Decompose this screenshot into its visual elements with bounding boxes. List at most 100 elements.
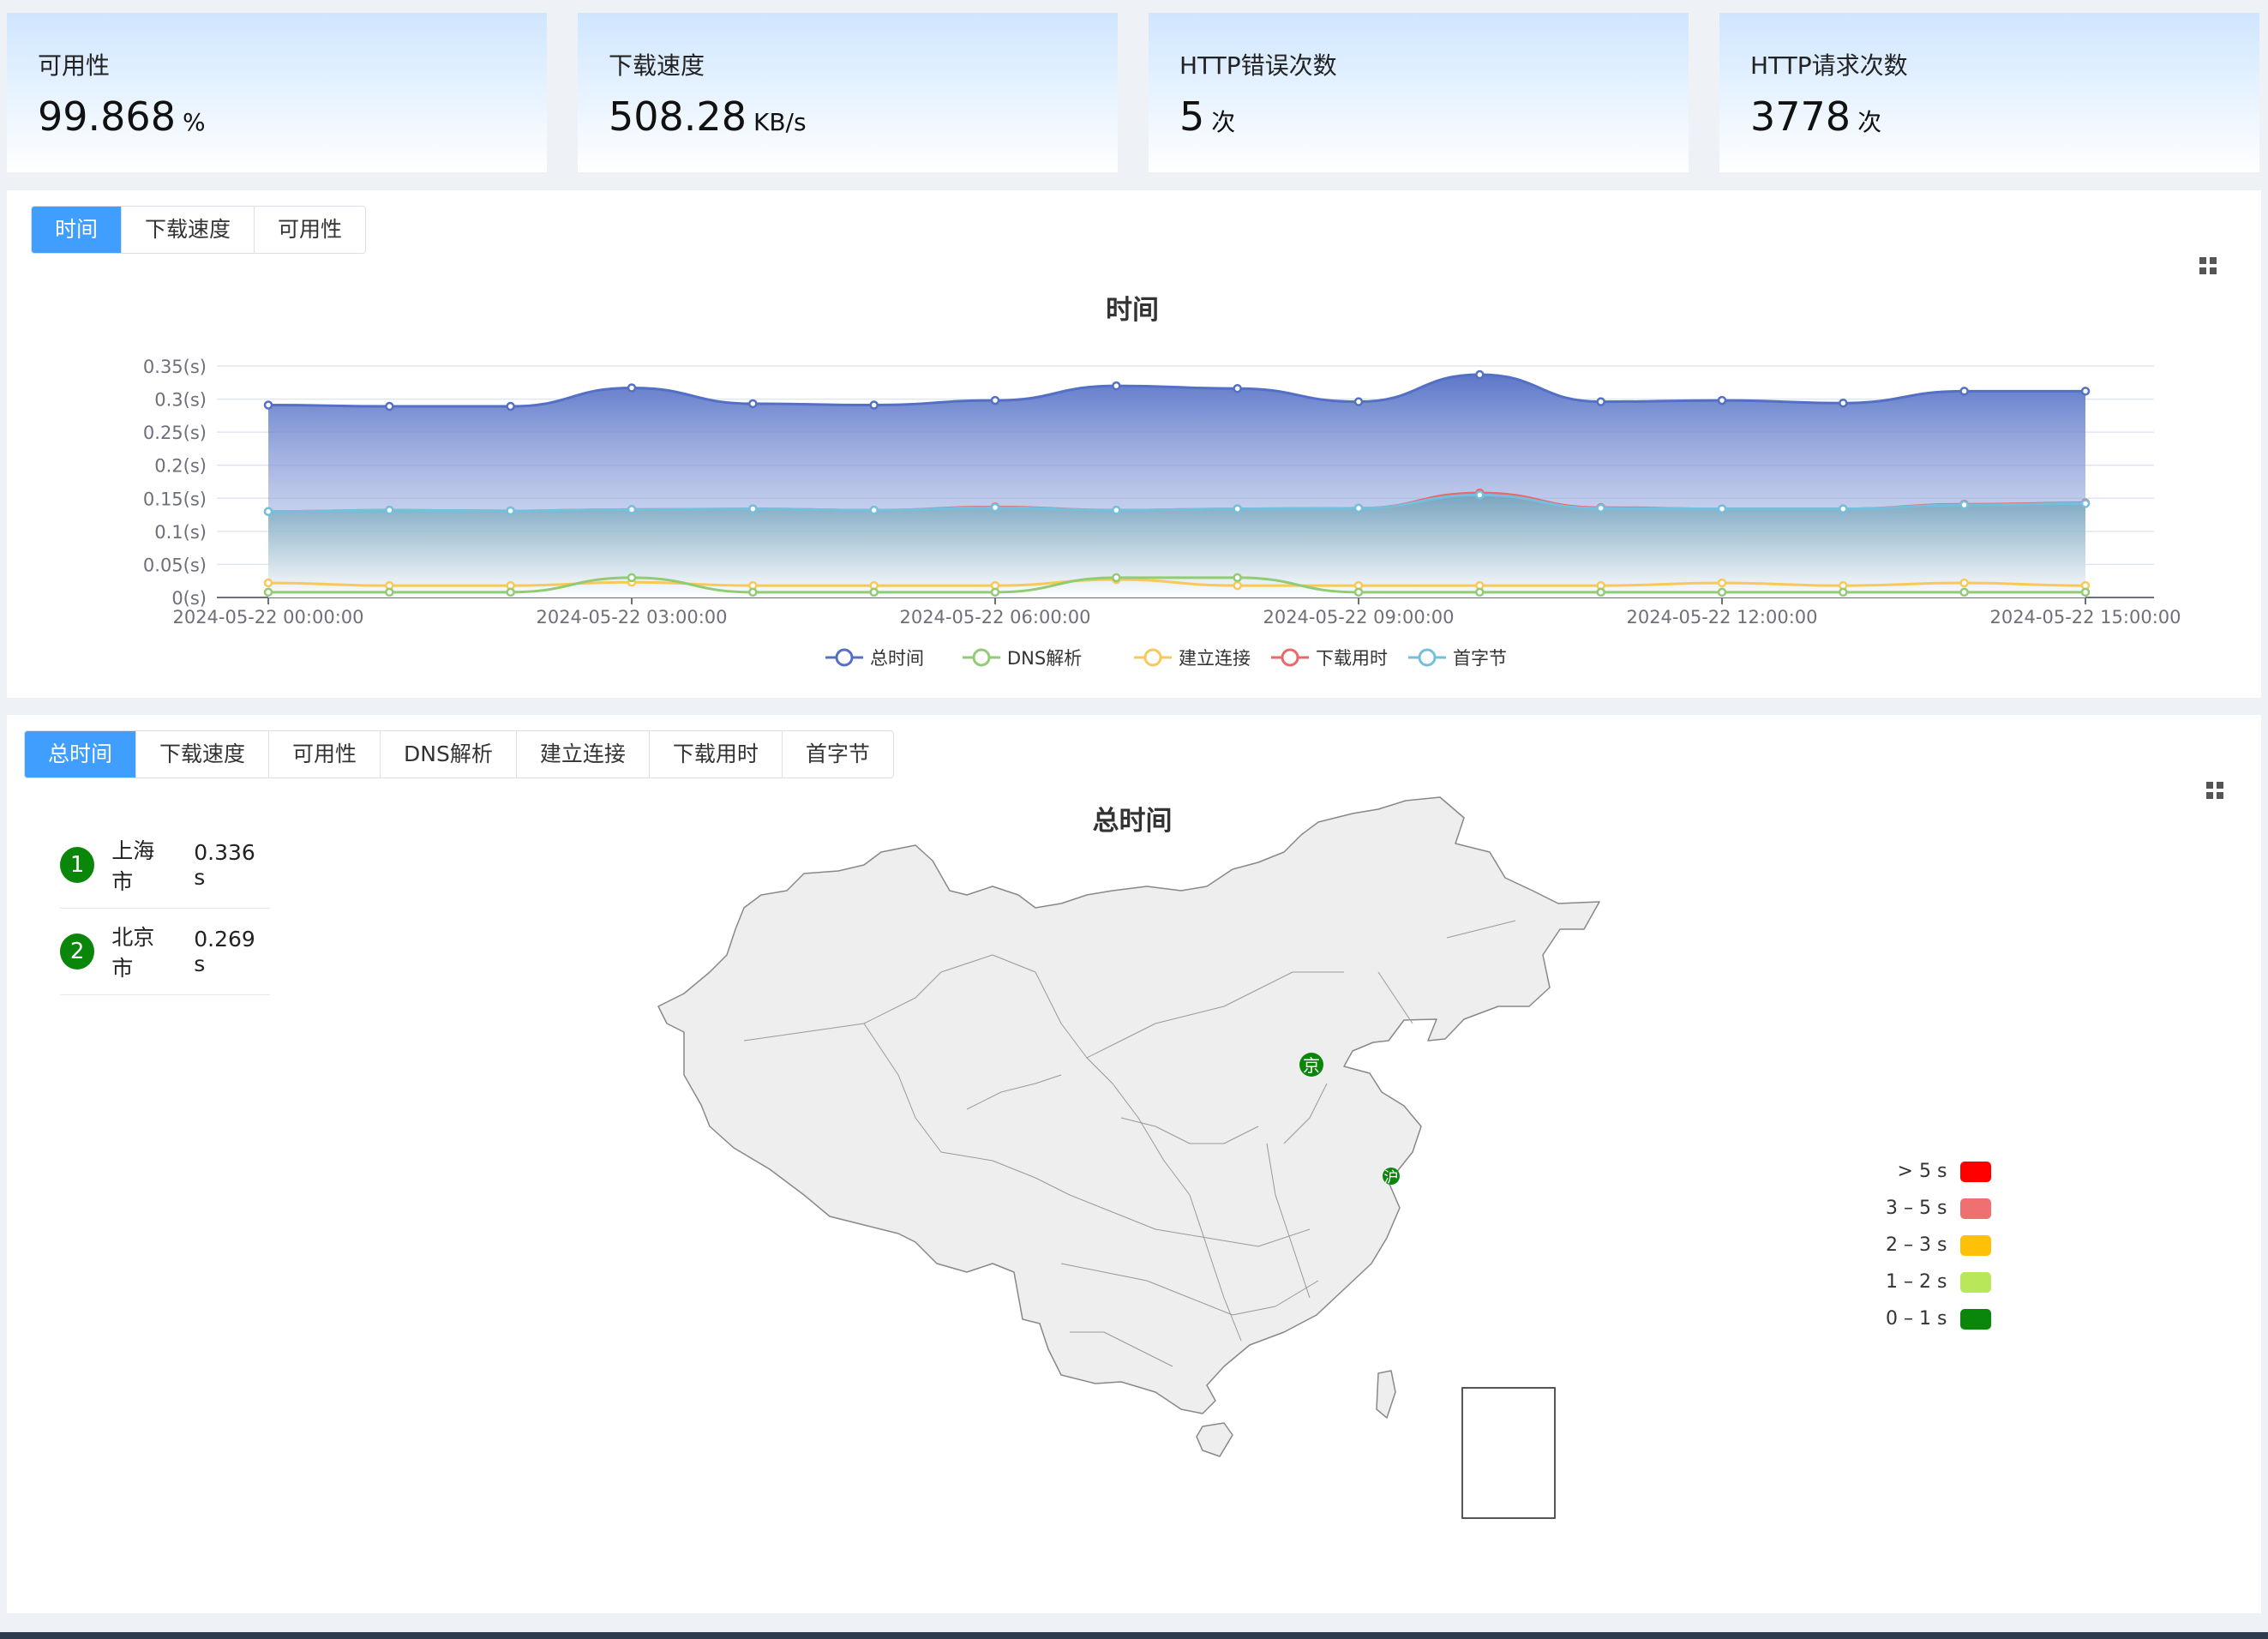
y-tick-label: 0.15(s) <box>143 489 207 509</box>
data-point <box>1717 504 1727 513</box>
stat-card-download-speed: 下载速度 508.28 KB/s <box>578 13 1118 172</box>
legend-swatch <box>1960 1234 1992 1256</box>
legend-swatch <box>1960 1161 1992 1182</box>
map-hainan <box>1196 1422 1233 1457</box>
data-point <box>1233 504 1242 513</box>
stat-label: 可用性 <box>38 51 111 80</box>
stat-value: 508.28 KB/s <box>609 93 1118 140</box>
data-point <box>263 578 273 588</box>
map-taiwan <box>1376 1370 1396 1419</box>
legend-label: > 5 s <box>1897 1161 1947 1182</box>
data-point <box>990 395 1000 405</box>
legend-swatch <box>1960 1271 1992 1293</box>
data-point <box>1959 387 1969 396</box>
data-point <box>1839 398 1848 408</box>
stat-number: 3778 <box>1750 93 1851 140</box>
data-point <box>1353 587 1364 597</box>
data-point <box>1475 587 1485 597</box>
map-panel: 总时间 下载速度 可用性 DNS解析 建立连接 下载用时 首字节 总时间 1 上… <box>7 715 2261 1613</box>
tab-time[interactable]: 时间 <box>32 207 123 253</box>
x-tick-label: 2024-05-22 09:00:00 <box>1263 607 1454 627</box>
legend-symbol <box>972 648 991 667</box>
data-point <box>1596 397 1605 406</box>
data-point <box>990 587 1000 597</box>
data-point <box>748 587 758 597</box>
legend-row[interactable]: 1 – 2 s <box>1886 1264 1992 1300</box>
data-point <box>1353 397 1364 406</box>
data-point <box>1112 505 1121 515</box>
data-point <box>2080 587 2091 597</box>
data-point <box>1717 578 1727 588</box>
x-tick-label: 2024-05-22 00:00:00 <box>172 607 363 627</box>
legend-label[interactable]: 下载用时 <box>1316 648 1388 669</box>
data-point <box>1112 381 1121 391</box>
data-point <box>1959 500 1969 510</box>
stat-number: 508.28 <box>609 93 747 140</box>
legend-symbol <box>1143 648 1162 667</box>
data-point <box>869 505 879 515</box>
data-point <box>1233 573 1242 583</box>
legend-label[interactable]: 建立连接 <box>1179 648 1251 669</box>
data-point <box>627 383 637 393</box>
data-point <box>1839 587 1848 597</box>
legend-swatch <box>1960 1198 1992 1219</box>
stat-unit: 次 <box>1211 108 1236 136</box>
legend-row[interactable]: 3 – 5 s <box>1886 1190 1992 1227</box>
legend-symbol <box>1418 648 1437 667</box>
stat-value: 99.868% <box>38 93 547 140</box>
map-marker-beijing[interactable]: 京 <box>1299 1053 1323 1077</box>
data-point <box>1233 580 1242 591</box>
data-point <box>1596 503 1605 513</box>
legend-row[interactable]: 0 – 1 s <box>1886 1300 1992 1337</box>
grid-icon[interactable] <box>2199 257 2217 274</box>
stat-unit: 次 <box>1857 108 1882 136</box>
stat-label: HTTP请求次数 <box>1750 51 1908 80</box>
stat-card-availability: 可用性 99.868% <box>7 13 547 172</box>
marker-label: 京 <box>1303 1055 1320 1076</box>
data-point <box>1233 383 1242 393</box>
x-tick-label: 2024-05-22 06:00:00 <box>899 607 1090 627</box>
data-point <box>263 400 273 410</box>
data-point <box>1959 578 1969 588</box>
marker-label: 沪 <box>1384 1169 1399 1186</box>
stat-label: 下载速度 <box>609 51 705 80</box>
legend-label: 0 – 1 s <box>1886 1308 1947 1330</box>
stat-unit: KB/s <box>753 108 807 136</box>
data-point <box>748 399 758 409</box>
legend-label: 3 – 5 s <box>1886 1198 1947 1219</box>
legend-label[interactable]: 首字节 <box>1453 648 1507 669</box>
data-point <box>869 400 879 410</box>
data-point <box>506 401 515 411</box>
legend-label: 1 – 2 s <box>1886 1271 1947 1293</box>
tab-availability[interactable]: 可用性 <box>255 207 365 253</box>
legend-row[interactable]: > 5 s <box>1886 1153 1992 1190</box>
chart-title: 时间 <box>1106 295 1159 326</box>
data-point <box>627 573 637 583</box>
stat-value: 3778 次 <box>1750 93 2259 140</box>
y-tick-label: 0(s) <box>171 588 207 609</box>
data-point <box>2080 499 2091 508</box>
data-point <box>385 401 394 411</box>
y-tick-label: 0.35(s) <box>143 357 207 377</box>
stat-number: 5 <box>1179 93 1205 140</box>
data-point <box>1353 503 1364 513</box>
tab-download-speed[interactable]: 下载速度 <box>122 207 255 253</box>
legend-label[interactable]: 总时间 <box>870 648 924 669</box>
data-point <box>869 587 879 597</box>
chart-tabs: 时间 下载速度 可用性 <box>31 206 367 254</box>
legend-label[interactable]: DNS解析 <box>1007 648 1082 669</box>
data-point <box>1717 587 1727 597</box>
data-point <box>1475 490 1485 500</box>
data-point <box>506 506 515 516</box>
stat-card-http-errors: HTTP错误次数 5次 <box>1149 13 1689 172</box>
data-point <box>2080 387 2091 396</box>
data-point <box>263 587 273 597</box>
legend-row[interactable]: 2 – 3 s <box>1886 1227 1992 1264</box>
data-point <box>263 507 273 516</box>
legend-label: 2 – 3 s <box>1886 1234 1947 1256</box>
y-tick-label: 0.2(s) <box>154 456 207 477</box>
stat-label: HTTP错误次数 <box>1179 51 1337 80</box>
data-point <box>385 587 394 597</box>
y-tick-label: 0.1(s) <box>154 522 207 543</box>
map-marker-shanghai[interactable]: 沪 <box>1383 1168 1400 1186</box>
